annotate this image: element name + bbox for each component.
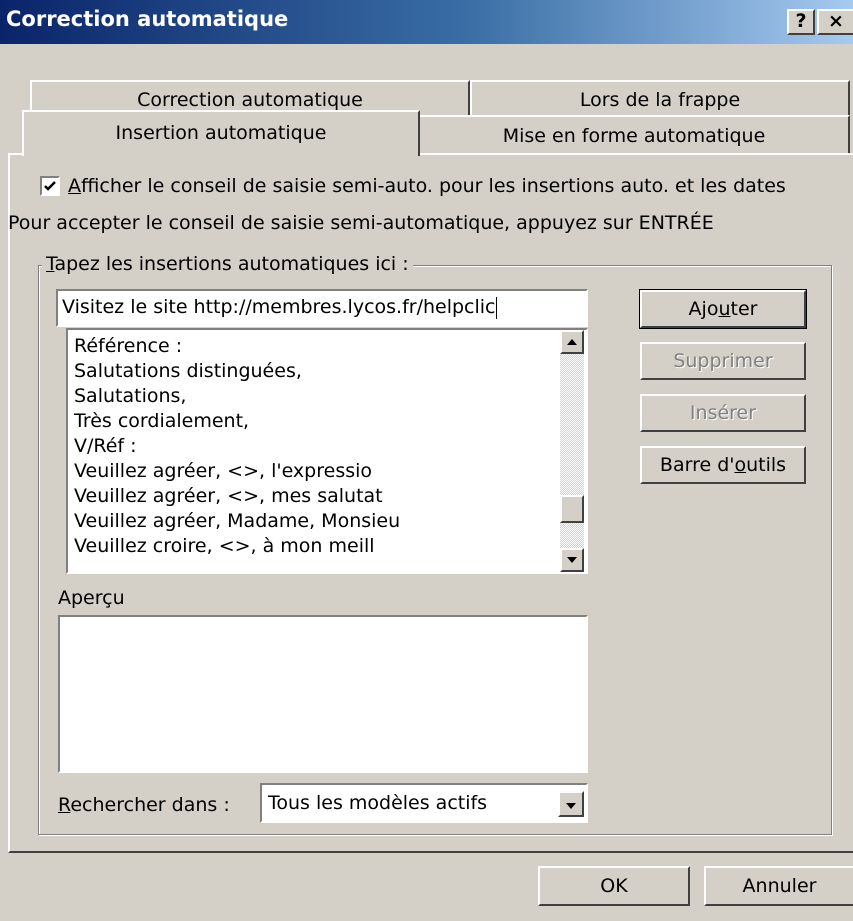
accept-hint: Pour accepter le conseil de saisie semi-… (8, 212, 714, 234)
scroll-down-button[interactable] (560, 548, 584, 572)
list-scrollbar[interactable] (560, 330, 584, 572)
list-item[interactable]: Veuillez agréer, <>, mes salutat (70, 484, 554, 509)
autotext-entry-input[interactable]: Visitez le site http://membres.lycos.fr/… (56, 289, 588, 327)
autotext-list-rows: Référence : Salutations distinguées, Salut… (70, 334, 554, 559)
list-item[interactable]: Veuillez croire, <>, à mon meill (70, 534, 554, 559)
list-item[interactable]: Salutations distinguées, (70, 359, 554, 384)
close-button[interactable]: × (817, 9, 853, 35)
arrow-up-icon (567, 339, 577, 345)
toolbar-button[interactable]: Barre d'outils (640, 446, 806, 484)
arrow-down-icon (567, 557, 577, 563)
show-tip-checkbox[interactable] (40, 176, 60, 196)
tab-insertion-automatique[interactable]: Insertion automatique (22, 110, 420, 156)
list-item[interactable]: V/Réf : (70, 434, 554, 459)
ok-button[interactable]: OK (538, 866, 690, 906)
scroll-up-button[interactable] (560, 330, 584, 354)
dropdown-button[interactable] (558, 791, 584, 817)
tab-lors-de-la-frappe[interactable]: Lors de la frappe (470, 80, 850, 120)
scroll-thumb[interactable] (560, 495, 584, 523)
preview-box (58, 615, 588, 773)
help-button[interactable]: ? (787, 9, 815, 35)
tab-mise-en-forme-automatique[interactable]: Mise en forme automatique (418, 115, 850, 155)
autotext-group-label: Tapez les insertions automatiques ici : (42, 253, 413, 275)
list-item[interactable]: Veuillez agréer, Madame, Monsieu (70, 509, 554, 534)
window-title: Correction automatique (6, 7, 289, 31)
title-bar[interactable]: Correction automatique ? × (0, 0, 853, 44)
list-item[interactable]: Référence : (70, 334, 554, 359)
cancel-button[interactable]: Annuler (704, 866, 853, 906)
chevron-down-icon (566, 803, 576, 809)
checkmark-icon (44, 181, 56, 191)
preview-label: Aperçu (58, 587, 125, 609)
list-item[interactable]: Très cordialement, (70, 409, 554, 434)
text-cursor (495, 296, 497, 319)
search-in-select[interactable]: Tous les modèles actifs (260, 783, 588, 823)
delete-button[interactable]: Supprimer (640, 342, 806, 380)
add-button[interactable]: Ajouter (639, 289, 807, 329)
close-icon: × (828, 10, 844, 32)
list-item[interactable]: Veuillez agréer, <>, l'expressio (70, 459, 554, 484)
show-tip-label[interactable]: Afficher le conseil de saisie semi-auto.… (68, 175, 786, 197)
insert-button[interactable]: Insérer (640, 394, 806, 432)
list-item[interactable]: Salutations, (70, 384, 554, 409)
autotext-list[interactable]: Référence : Salutations distinguées, Salut… (66, 328, 588, 574)
search-in-label: Rechercher dans : (58, 794, 230, 816)
